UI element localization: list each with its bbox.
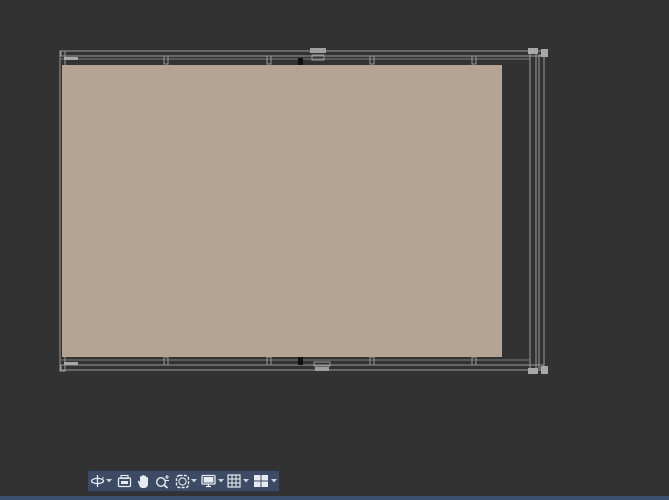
zoom-button[interactable] bbox=[154, 472, 174, 490]
pan-button[interactable] bbox=[134, 472, 154, 490]
zoom-extents-button[interactable] bbox=[174, 472, 191, 490]
display-menu-caret[interactable] bbox=[217, 472, 224, 490]
navigation-bar bbox=[87, 470, 280, 492]
chevron-down-icon bbox=[270, 479, 277, 483]
orbit-menu-caret[interactable] bbox=[106, 472, 113, 490]
viewport-layout-icon bbox=[253, 475, 268, 487]
grid-icon bbox=[227, 474, 242, 488]
right-post bbox=[529, 50, 545, 372]
pan-hand-icon bbox=[138, 474, 149, 488]
sheet-shade bbox=[62, 65, 502, 357]
grid-button[interactable] bbox=[226, 472, 243, 490]
viewport-layout-menu-caret[interactable] bbox=[270, 472, 277, 490]
model-viewport[interactable] bbox=[0, 0, 669, 500]
steering-wheel-icon bbox=[117, 474, 131, 488]
grid-menu-caret[interactable] bbox=[243, 472, 250, 490]
orbit-icon bbox=[91, 475, 105, 487]
zoom-extents-icon bbox=[175, 474, 190, 488]
chevron-down-icon bbox=[243, 479, 250, 483]
display-button[interactable] bbox=[200, 472, 218, 490]
chevron-down-icon bbox=[191, 479, 198, 483]
drawing-canvas[interactable] bbox=[0, 0, 669, 470]
status-edge bbox=[0, 496, 669, 500]
chevron-down-icon bbox=[106, 479, 113, 483]
chevron-down-icon bbox=[217, 479, 224, 483]
zoom-menu-caret[interactable] bbox=[191, 472, 198, 490]
orbit-button[interactable] bbox=[90, 472, 106, 490]
zoom-realtime-icon bbox=[156, 474, 170, 489]
steering-wheel-button[interactable] bbox=[114, 472, 134, 490]
display-monitor-icon bbox=[201, 474, 216, 488]
viewport-layout-button[interactable] bbox=[252, 472, 271, 490]
